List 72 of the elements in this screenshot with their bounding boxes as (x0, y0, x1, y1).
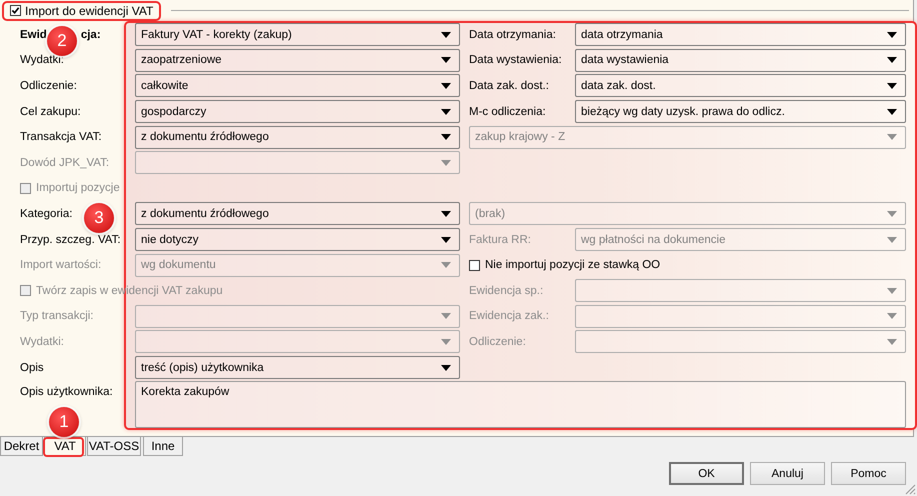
dropdown[interactable]: z dokumentu źródłowego (135, 126, 460, 149)
field-label: cja: (80, 28, 101, 41)
dropdown-arrow-icon (441, 262, 451, 268)
dropdown[interactable]: bieżący wg daty uzysk. prawa do odlicz. (575, 100, 906, 124)
dropdown[interactable]: zaopatrzeniowe (135, 48, 460, 72)
dropdown-arrow-icon (441, 57, 451, 64)
dialog-button[interactable]: Pomoc (831, 462, 906, 485)
checkbox-label: Import do ewidencji VAT (25, 4, 154, 18)
dropdown-arrow-icon (441, 364, 451, 371)
tab[interactable]: Dekret (0, 437, 43, 456)
dialog-button[interactable]: OK (669, 462, 744, 485)
dropdown-arrow-icon (887, 236, 897, 243)
dropdown-arrow-icon (887, 57, 897, 64)
dropdown-arrow-icon (441, 134, 451, 140)
dropdown-arrow-icon (441, 160, 451, 166)
field-label: Data otrzymania: (469, 28, 556, 41)
field-label: Data wystawienia: (469, 54, 562, 66)
step-badge: 1 (49, 407, 79, 437)
dropdown-arrow-icon (887, 338, 897, 345)
field-label: Data zak. dost.: (469, 80, 549, 92)
field-label: Wydatki: (20, 336, 64, 348)
dropdown[interactable]: gospodarczy (135, 100, 460, 124)
field-label: Przyp. szczeg. VAT: (20, 234, 121, 246)
dropdown-arrow-icon (441, 108, 451, 115)
dropdown-arrow-icon (887, 32, 897, 38)
step-badge: 3 (84, 203, 114, 233)
field-label: Faktura RR: (469, 234, 531, 246)
dropdown-arrow-icon (887, 134, 897, 140)
field-label: Wydatki: (20, 54, 64, 66)
checkbox[interactable] (10, 5, 21, 16)
dropdown[interactable]: całkowite (135, 74, 460, 98)
field-label: Import wartości: (20, 259, 102, 272)
field-label: Kategoria: (20, 208, 72, 220)
field-label: Opis użytkownika: (20, 386, 113, 398)
dropdown-arrow-icon (441, 338, 451, 345)
dropdown[interactable]: nie dotyczy (135, 228, 460, 252)
checkbox-label: Importuj pozycje (36, 182, 120, 194)
dropdown[interactable]: Faktury VAT - korekty (zakup) (135, 23, 460, 46)
dropdown[interactable]: data otrzymania (575, 23, 906, 46)
dropdown-arrow-icon (887, 108, 897, 115)
dropdown[interactable]: treść (opis) użytkownika (135, 356, 460, 380)
dropdown-arrow-icon (441, 313, 451, 320)
field-label: Ewid (20, 28, 47, 41)
dropdown-arrow-icon (441, 210, 451, 217)
field-label: Odliczenie: (469, 336, 526, 348)
tab[interactable]: VAT-OSS (87, 437, 141, 456)
field-label: Cel zakupu: (20, 106, 81, 118)
step-badge: 2 (47, 26, 77, 56)
dropdown-arrow-icon (441, 82, 451, 89)
resize-grip-icon (904, 483, 916, 495)
checkbox-label: Nie importuj pozycji ze stawką OO (485, 259, 660, 272)
field-label: Ewidencja zak.: (469, 310, 549, 322)
tab[interactable]: Inne (143, 437, 183, 456)
field-label: Ewidencja sp.: (469, 284, 544, 297)
checkbox[interactable] (469, 260, 480, 271)
dialog-button[interactable]: Anuluj (750, 462, 825, 485)
field-label: Opis (20, 362, 44, 374)
dropdown-arrow-icon (441, 236, 451, 243)
dropdown-arrow-icon (887, 288, 897, 294)
dropdown[interactable]: data zak. dost. (575, 74, 906, 98)
dropdown-arrow-icon (887, 210, 897, 217)
field-label: Transakcja VAT: (20, 131, 102, 144)
text-area[interactable]: Korekta zakupów (135, 381, 906, 428)
field-label: Dowód JPK_VAT: (20, 156, 110, 169)
field-label: Odliczenie: (20, 80, 77, 92)
dropdown-arrow-icon (441, 32, 451, 38)
dropdown-arrow-icon (887, 313, 897, 320)
field-label: M-c odliczenia: (469, 106, 546, 118)
dropdown[interactable]: z dokumentu źródłowego (135, 202, 460, 226)
dropdown[interactable]: data wystawienia (575, 48, 906, 72)
field-label: Typ transakcji: (20, 310, 94, 322)
dropdown-arrow-icon (887, 82, 897, 89)
